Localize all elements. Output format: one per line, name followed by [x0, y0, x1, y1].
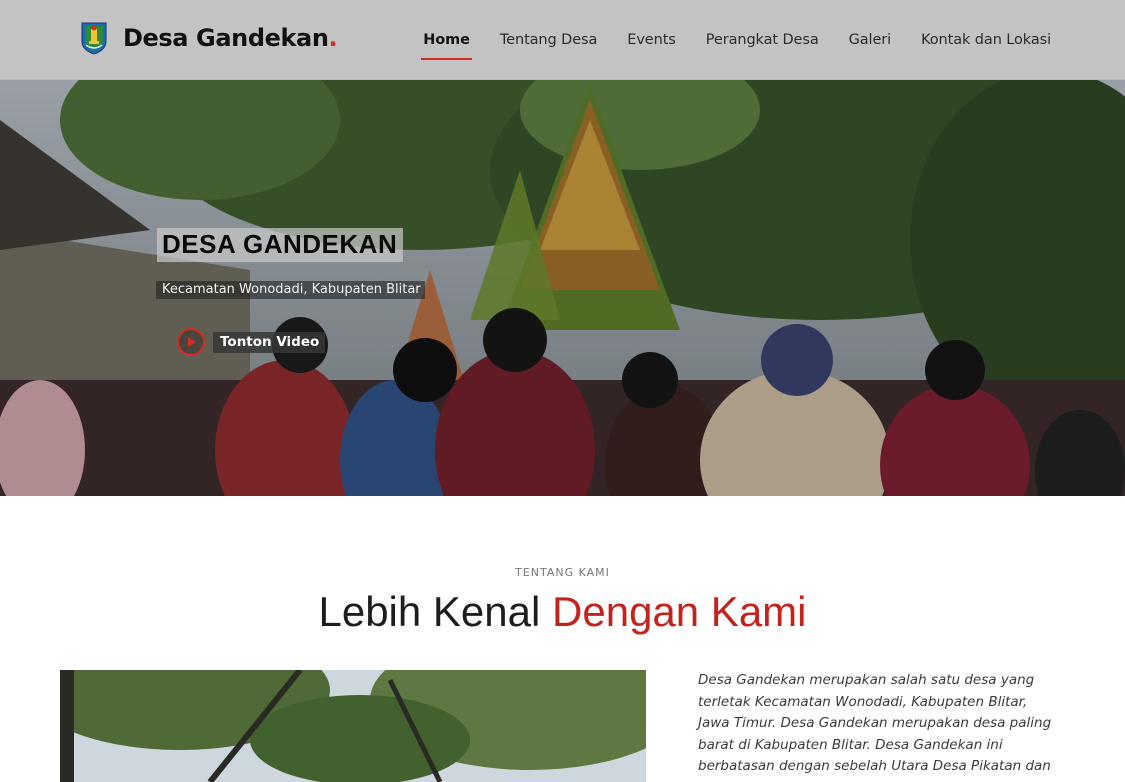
watch-video-button[interactable]: Tonton Video [177, 328, 326, 356]
hero-subtitle: Kecamatan Wonodadi, Kabupaten Blitar [156, 281, 425, 299]
nav-home[interactable]: Home [421, 24, 472, 60]
watch-video-label: Tonton Video [213, 331, 326, 353]
brand-logo[interactable]: Desa Gandekan. [80, 21, 338, 55]
section-eyebrow: TENTANG KAMI [515, 566, 610, 579]
nav-tentang-desa[interactable]: Tentang Desa [500, 24, 598, 56]
about-paragraph: Desa Gandekan merupakan salah satu desa … [698, 672, 1052, 782]
heading-main: Lebih Kenal [318, 588, 553, 635]
about-photo [60, 670, 646, 782]
section-heading: Lebih Kenal Dengan Kami [0, 588, 1125, 636]
hero-section: DESA GANDEKAN Kecamatan Wonodadi, Kabupa… [0, 80, 1125, 496]
main-nav: Home Tentang Desa Events Perangkat Desa … [393, 0, 1051, 80]
play-circle-icon [177, 328, 205, 356]
brand-dot: . [328, 24, 338, 52]
brand-name: Desa Gandekan [123, 24, 329, 52]
hero-title: DESA GANDEKAN [157, 228, 404, 262]
site-header: Desa Gandekan. Home Tentang Desa Events … [0, 0, 1125, 80]
nav-events[interactable]: Events [627, 24, 676, 56]
nav-galeri[interactable]: Galeri [849, 24, 892, 56]
nav-kontak-lokasi[interactable]: Kontak dan Lokasi [921, 24, 1051, 56]
province-emblem-icon [81, 22, 107, 55]
nav-perangkat-desa[interactable]: Perangkat Desa [706, 24, 819, 56]
heading-accent: Dengan Kami [552, 588, 807, 635]
